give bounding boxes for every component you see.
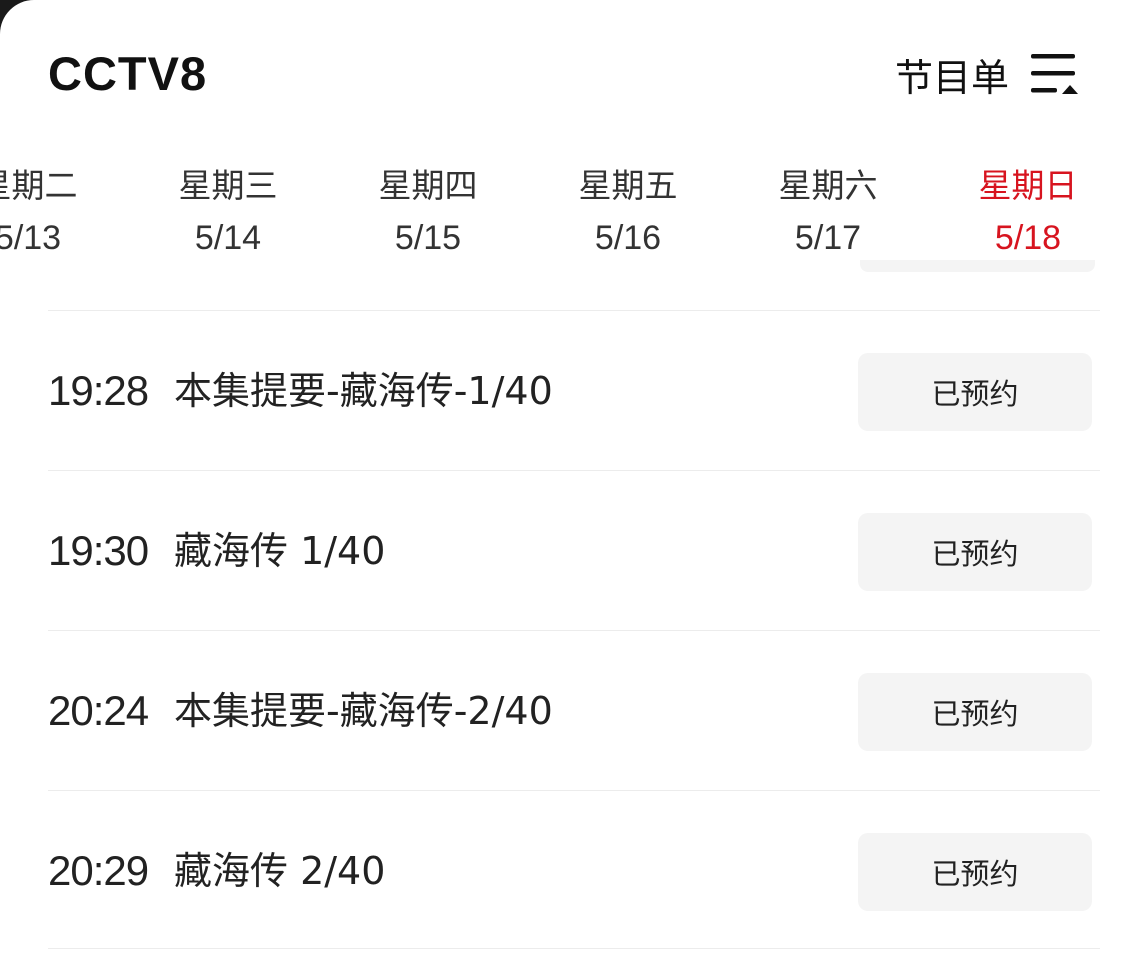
day-tab-saturday[interactable]: 星期六 5/17 — [728, 160, 928, 264]
program-row: 19:28 本集提要-藏海传-1/40 已预约 — [48, 310, 1100, 470]
day-weekday: 星期二 — [0, 166, 78, 205]
reserved-button[interactable]: 已预约 — [858, 833, 1092, 911]
selected-day-indicator — [860, 260, 1095, 272]
day-date: 5/13 — [0, 219, 62, 257]
day-tab-sunday-selected[interactable]: 星期日 5/18 — [928, 160, 1128, 264]
program-title: 本集提要-藏海传-2/40 — [174, 689, 553, 733]
list-menu-icon — [1031, 54, 1078, 94]
day-tab-thursday[interactable]: 星期四 5/15 — [328, 160, 528, 264]
program-time: 20:24 — [48, 687, 149, 734]
day-selector: 星期二 5/13 星期三 5/14 星期四 5/15 星期五 5/16 星期六 … — [0, 160, 1139, 270]
schedule-menu-button[interactable]: 节目单 — [895, 44, 1079, 104]
day-tab-friday[interactable]: 星期五 5/16 — [528, 160, 728, 264]
schedule-label: 节目单 — [894, 55, 1009, 100]
day-date: 5/18 — [994, 219, 1062, 257]
schedule-sheet: CCTV8 节目单 星期二 5/13 星期三 5/14 星期四 5/15 — [0, 0, 1139, 960]
list-divider — [48, 948, 1100, 949]
day-weekday: 星期六 — [778, 166, 878, 205]
day-date: 5/16 — [594, 219, 662, 257]
program-list: 19:28 本集提要-藏海传-1/40 已预约 19:30 藏海传 1/40 已… — [48, 310, 1100, 950]
channel-title: CCTV8 — [48, 47, 208, 100]
program-time: 20:29 — [48, 847, 149, 894]
day-weekday: 星期日 — [978, 166, 1078, 205]
day-date: 5/15 — [394, 219, 462, 257]
program-row: 20:24 本集提要-藏海传-2/40 已预约 — [48, 630, 1100, 790]
day-date: 5/17 — [794, 219, 862, 257]
program-row: 20:29 藏海传 2/40 已预约 — [48, 790, 1100, 950]
program-time: 19:28 — [48, 367, 149, 414]
day-tab-wednesday[interactable]: 星期三 5/14 — [128, 160, 328, 264]
day-weekday: 星期五 — [578, 166, 678, 205]
reserved-button[interactable]: 已预约 — [858, 673, 1092, 751]
day-tab-tuesday[interactable]: 星期二 5/13 — [0, 160, 128, 264]
tv-guide-page: CCTV8 节目单 星期二 5/13 星期三 5/14 星期四 5/15 — [0, 0, 1139, 960]
program-title: 藏海传 2/40 — [174, 849, 386, 893]
day-weekday: 星期四 — [378, 166, 478, 205]
program-title: 藏海传 1/40 — [174, 529, 386, 573]
day-weekday: 星期三 — [178, 166, 278, 205]
program-time: 19:30 — [48, 527, 149, 574]
reserved-button[interactable]: 已预约 — [858, 353, 1092, 431]
reserved-button[interactable]: 已预约 — [858, 513, 1092, 591]
program-title: 本集提要-藏海传-1/40 — [174, 369, 553, 413]
program-row: 19:30 藏海传 1/40 已预约 — [48, 470, 1100, 630]
day-date: 5/14 — [194, 219, 262, 257]
